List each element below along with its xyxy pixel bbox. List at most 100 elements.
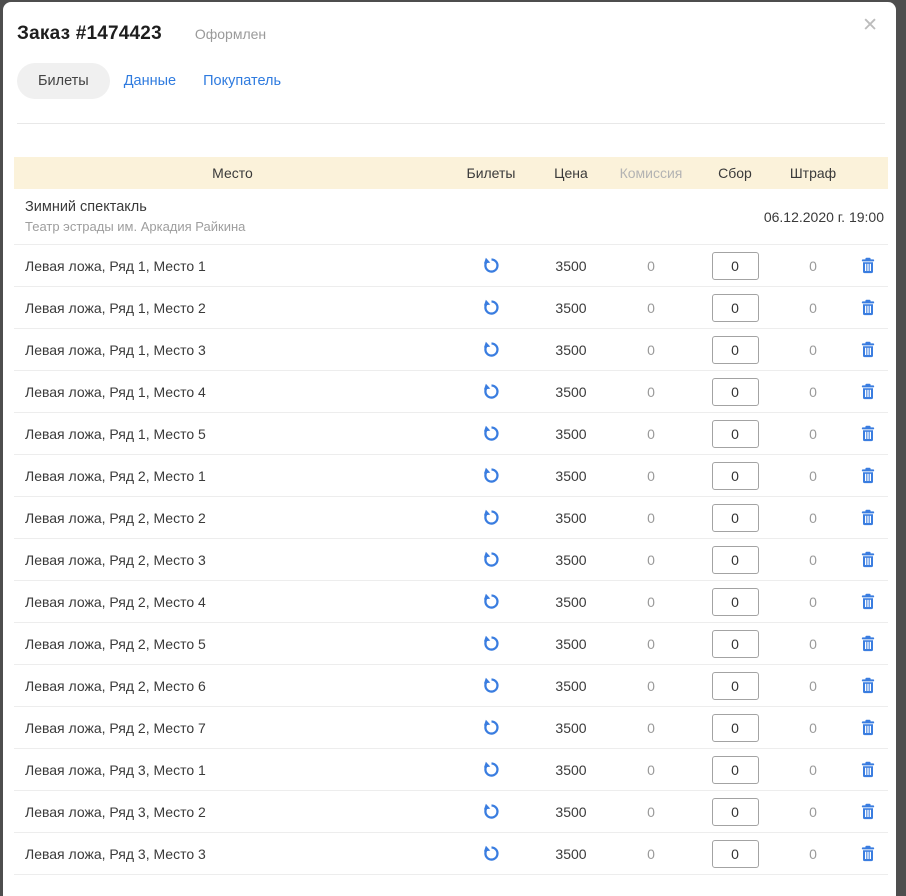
history-restore-icon[interactable]: [481, 423, 502, 444]
history-restore-icon[interactable]: [481, 549, 502, 570]
commission-value: 0: [611, 384, 691, 400]
tickets-cell: [451, 675, 531, 697]
commission-value: 0: [611, 426, 691, 442]
fee-input[interactable]: [712, 630, 759, 658]
price-value: 3500: [531, 594, 611, 610]
tickets-cell: [451, 423, 531, 445]
table-header: Место Билеты Цена Комиссия Сбор Штраф: [14, 157, 888, 189]
delete-cell: [847, 465, 888, 487]
delete-cell: [847, 423, 888, 445]
col-header-commission: Комиссия: [611, 165, 691, 181]
penalty-value: 0: [779, 678, 847, 694]
modal-header: Заказ #1474423 Оформлен: [3, 2, 896, 45]
ticket-row: Левая ложа, Ряд 2, Место 1 3500 0 0: [14, 455, 888, 497]
delete-cell: [847, 381, 888, 403]
trash-icon[interactable]: [858, 297, 878, 318]
tab-buyer[interactable]: Покупатель: [190, 63, 294, 99]
price-value: 3500: [531, 510, 611, 526]
penalty-value: 0: [779, 426, 847, 442]
history-restore-icon[interactable]: [481, 381, 502, 402]
fee-input[interactable]: [712, 420, 759, 448]
seat-label: Левая ложа, Ряд 3, Место 2: [14, 804, 451, 820]
history-restore-icon[interactable]: [481, 843, 502, 864]
seat-label: Левая ложа, Ряд 1, Место 2: [14, 300, 451, 316]
fee-input[interactable]: [712, 588, 759, 616]
event-info: Зимний спектакль Театр эстрады им. Аркад…: [25, 199, 245, 234]
trash-icon[interactable]: [858, 549, 878, 570]
commission-value: 0: [611, 804, 691, 820]
penalty-value: 0: [779, 384, 847, 400]
tickets-cell: [451, 465, 531, 487]
commission-value: 0: [611, 258, 691, 274]
history-restore-icon[interactable]: [481, 507, 502, 528]
fee-cell: [691, 672, 779, 700]
commission-value: 0: [611, 468, 691, 484]
tickets-cell: [451, 381, 531, 403]
trash-icon[interactable]: [858, 591, 878, 612]
trash-icon[interactable]: [858, 507, 878, 528]
history-restore-icon[interactable]: [481, 339, 502, 360]
fee-input[interactable]: [712, 504, 759, 532]
trash-icon[interactable]: [858, 423, 878, 444]
history-restore-icon[interactable]: [481, 255, 502, 276]
trash-icon[interactable]: [858, 801, 878, 822]
history-restore-icon[interactable]: [481, 633, 502, 654]
trash-icon[interactable]: [858, 255, 878, 276]
seat-label: Левая ложа, Ряд 2, Место 2: [14, 510, 451, 526]
fee-cell: [691, 798, 779, 826]
fee-input[interactable]: [712, 546, 759, 574]
trash-icon[interactable]: [858, 465, 878, 486]
history-restore-icon[interactable]: [481, 675, 502, 696]
fee-input[interactable]: [712, 252, 759, 280]
price-value: 3500: [531, 804, 611, 820]
tickets-cell: [451, 255, 531, 277]
fee-cell: [691, 714, 779, 742]
penalty-value: 0: [779, 300, 847, 316]
fee-input[interactable]: [712, 294, 759, 322]
seat-label: Левая ложа, Ряд 2, Место 5: [14, 636, 451, 652]
trash-icon[interactable]: [858, 381, 878, 402]
fee-input[interactable]: [712, 378, 759, 406]
fee-input[interactable]: [712, 798, 759, 826]
fee-cell: [691, 294, 779, 322]
price-value: 3500: [531, 552, 611, 568]
history-restore-icon[interactable]: [481, 591, 502, 612]
delete-cell: [847, 297, 888, 319]
commission-value: 0: [611, 594, 691, 610]
trash-icon[interactable]: [858, 759, 878, 780]
tab-tickets[interactable]: Билеты: [17, 63, 110, 99]
history-restore-icon[interactable]: [481, 759, 502, 780]
trash-icon[interactable]: [858, 633, 878, 654]
tickets-cell: [451, 549, 531, 571]
delete-cell: [847, 549, 888, 571]
ticket-rows: Левая ложа, Ряд 1, Место 1 3500 0 0: [3, 245, 896, 875]
penalty-value: 0: [779, 468, 847, 484]
ticket-row: Левая ложа, Ряд 1, Место 4 3500 0 0: [14, 371, 888, 413]
commission-value: 0: [611, 552, 691, 568]
trash-icon[interactable]: [858, 675, 878, 696]
history-restore-icon[interactable]: [481, 801, 502, 822]
price-value: 3500: [531, 678, 611, 694]
fee-cell: [691, 756, 779, 784]
ticket-row: Левая ложа, Ряд 1, Место 2 3500 0 0: [14, 287, 888, 329]
fee-input[interactable]: [712, 672, 759, 700]
history-restore-icon[interactable]: [481, 465, 502, 486]
trash-icon[interactable]: [858, 717, 878, 738]
history-restore-icon[interactable]: [481, 297, 502, 318]
delete-cell: [847, 759, 888, 781]
history-restore-icon[interactable]: [481, 717, 502, 738]
fee-input[interactable]: [712, 840, 759, 868]
fee-cell: [691, 336, 779, 364]
fee-input[interactable]: [712, 462, 759, 490]
ticket-row: Левая ложа, Ряд 2, Место 7 3500 0 0: [14, 707, 888, 749]
penalty-value: 0: [779, 720, 847, 736]
fee-input[interactable]: [712, 336, 759, 364]
fee-input[interactable]: [712, 756, 759, 784]
fee-cell: [691, 462, 779, 490]
penalty-value: 0: [779, 636, 847, 652]
fee-input[interactable]: [712, 714, 759, 742]
trash-icon[interactable]: [858, 339, 878, 360]
trash-icon[interactable]: [858, 843, 878, 864]
close-icon[interactable]: ✕: [862, 16, 878, 35]
tab-data[interactable]: Данные: [111, 63, 189, 99]
